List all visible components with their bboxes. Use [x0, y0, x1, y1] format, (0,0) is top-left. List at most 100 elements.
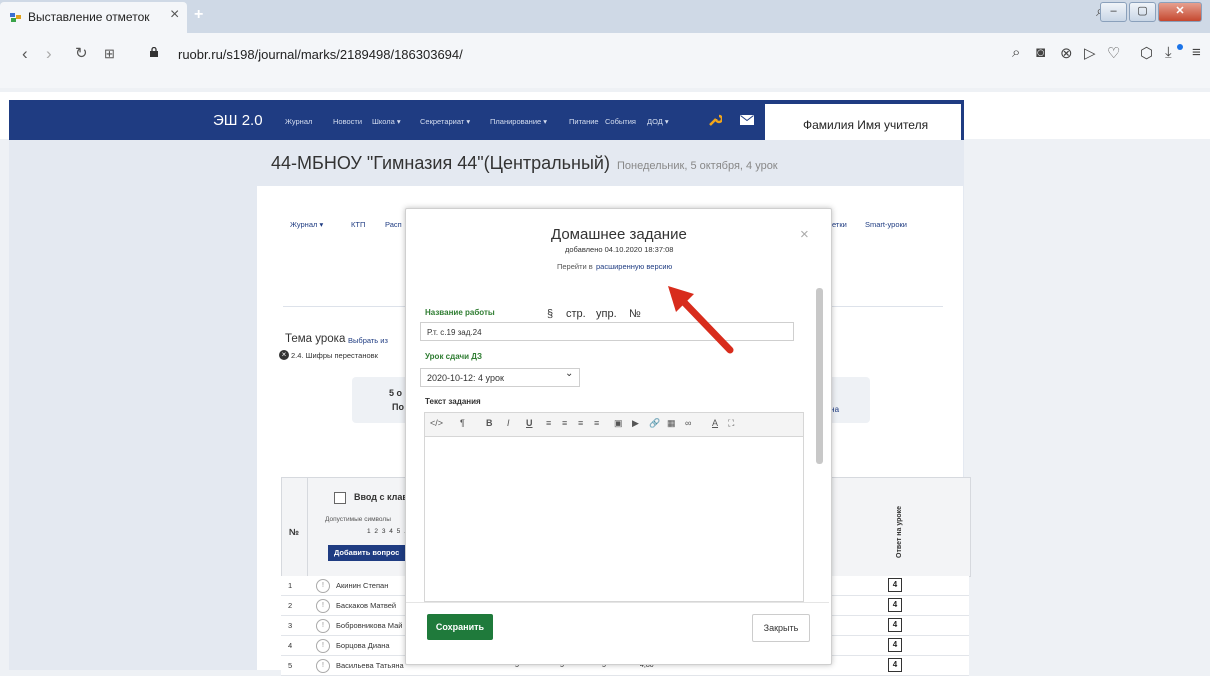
user-name[interactable]: Фамилия Имя учителя: [803, 118, 928, 132]
italic-icon[interactable]: I: [507, 418, 510, 428]
grid-icon[interactable]: ⊞: [104, 46, 115, 62]
favorite-icon[interactable]: ♡: [1107, 44, 1120, 62]
number-label: №: [629, 308, 641, 320]
nav-item-journal[interactable]: Журнал: [285, 117, 312, 126]
download-icon[interactable]: ⤓: [1165, 44, 1172, 61]
video-icon[interactable]: ▶: [632, 418, 639, 429]
new-tab-icon[interactable]: +: [194, 6, 208, 23]
send-icon[interactable]: ▷: [1084, 44, 1096, 62]
nav-item-dod[interactable]: ДОД ▾: [647, 117, 669, 126]
wrench-icon[interactable]: [708, 113, 722, 127]
modal-close-icon[interactable]: ×: [800, 226, 809, 243]
add-question-button[interactable]: Добавить вопрос: [328, 545, 414, 561]
subnav-journal[interactable]: Журнал ▾: [290, 220, 323, 229]
table-icon[interactable]: ▦: [667, 418, 676, 429]
maximize-icon[interactable]: ▢: [1129, 2, 1156, 22]
back-icon[interactable]: ‹: [22, 44, 28, 64]
nav-item-food[interactable]: Питание: [569, 117, 599, 126]
download-badge: [1177, 44, 1183, 50]
source-code-icon[interactable]: </>: [430, 418, 443, 428]
mark-input[interactable]: 4: [888, 638, 902, 652]
num-header: №: [289, 527, 300, 537]
nav-item-planning[interactable]: Планирование ▾: [490, 117, 547, 126]
chevron-down-icon[interactable]: ⌄: [565, 368, 573, 379]
underline-icon[interactable]: U: [526, 418, 533, 428]
page-title: 44-МБНОУ "Гимназия 44"(Центральный): [271, 153, 610, 173]
subnav-ktp[interactable]: КТП: [351, 220, 365, 229]
indent-icon[interactable]: ≡: [594, 418, 599, 428]
lock-icon: [150, 47, 158, 57]
mail-icon[interactable]: [740, 115, 754, 125]
modal-scrollbar[interactable]: [816, 288, 823, 464]
brand-logo[interactable]: ЭШ 2.0: [213, 112, 263, 129]
tab-close-icon[interactable]: ×: [170, 6, 179, 24]
subnav-smart-lessons[interactable]: Smart-уроки: [865, 220, 907, 229]
topic-item: 2.4. Шифры перестановк: [291, 351, 378, 360]
answer-header-text: Ответ на уроке: [896, 506, 903, 558]
camera-icon[interactable]: ◙: [1036, 44, 1045, 61]
topic-label: Тема урока: [285, 333, 346, 345]
extended-version-link[interactable]: расширенную версию: [596, 262, 672, 271]
forward-icon[interactable]: ›: [46, 44, 52, 64]
section-sign: §: [547, 308, 554, 320]
box-icon[interactable]: ⬡: [1140, 44, 1153, 62]
nav-item-news[interactable]: Новости: [333, 117, 362, 126]
student-name: Васильева Татьяна: [336, 661, 404, 670]
row-number: 4: [288, 641, 293, 650]
student-name: Акинин Степан: [336, 581, 389, 590]
paragraph-icon[interactable]: ¶: [460, 418, 465, 428]
lesson-info: Понедельник, 5 октября, 4 урок: [617, 160, 778, 172]
due-lesson-label: Урок сдачи ДЗ: [425, 352, 483, 361]
mark-input[interactable]: 4: [888, 618, 902, 632]
topic-choose-link[interactable]: Выбрать из: [348, 336, 388, 345]
remove-topic-icon[interactable]: ×: [279, 350, 289, 360]
nav-item-secretariat[interactable]: Секретариат ▾: [420, 117, 470, 126]
subnav-marks[interactable]: етки: [832, 220, 847, 229]
info-icon[interactable]: !: [316, 639, 330, 653]
info-icon[interactable]: !: [316, 619, 330, 633]
task-text-editor[interactable]: [424, 437, 804, 602]
task-text-label: Текст задания: [425, 397, 481, 406]
zoom-icon[interactable]: ⌕: [1012, 44, 1020, 61]
save-button[interactable]: Сохранить: [427, 614, 493, 640]
reload-icon[interactable]: ↻: [75, 44, 88, 62]
keyboard-input-checkbox[interactable]: [334, 492, 346, 504]
row-number: 3: [288, 621, 293, 630]
student-name: Баскаков Матвей: [336, 601, 397, 610]
exercise-label: упр.: [596, 308, 617, 320]
info-icon[interactable]: !: [316, 579, 330, 593]
mark-input[interactable]: 4: [888, 598, 902, 612]
info-icon[interactable]: !: [316, 659, 330, 673]
ordered-list-icon[interactable]: ≡: [562, 418, 567, 428]
due-lesson-select[interactable]: 2020-10-12: 4 урок: [420, 368, 580, 387]
outdent-icon[interactable]: ≡: [578, 418, 583, 428]
bold-icon[interactable]: B: [486, 418, 493, 428]
row-number: 2: [288, 601, 293, 610]
minimize-icon[interactable]: –: [1100, 2, 1127, 22]
red-arrow-annotation: [668, 286, 734, 354]
block-icon[interactable]: ⊗: [1060, 44, 1073, 62]
answer-column-header: Ответ на уроке: [896, 506, 903, 558]
date-line-2: По: [392, 402, 404, 412]
window-close-icon[interactable]: ✕: [1158, 2, 1202, 22]
link-icon[interactable]: ∞: [685, 418, 691, 428]
mark-input[interactable]: 4: [888, 578, 902, 592]
menu-icon[interactable]: ≡: [1192, 44, 1201, 61]
nav-item-school[interactable]: Школа ▾: [372, 117, 401, 126]
attachment-icon[interactable]: 🔗: [649, 418, 660, 429]
keyboard-input-label: Ввод с клав: [354, 492, 408, 502]
fullscreen-icon[interactable]: ⛶: [728, 418, 734, 429]
close-button[interactable]: Закрыть: [752, 614, 810, 642]
tab-title: Выставление отметок: [28, 10, 150, 24]
subnav-schedule[interactable]: Расп: [385, 220, 402, 229]
modal-title: Домашнее задание: [551, 226, 687, 243]
url-field[interactable]: ruobr.ru/s198/journal/marks/2189498/1863…: [178, 47, 463, 62]
added-timestamp: добавлено 04.10.2020 18:37:08: [565, 245, 674, 254]
unordered-list-icon[interactable]: ≡: [546, 418, 551, 428]
window-controls: – ▢ ✕: [1098, 2, 1202, 22]
nav-item-events[interactable]: События: [605, 117, 636, 126]
image-icon[interactable]: ▣: [614, 418, 623, 429]
info-icon[interactable]: !: [316, 599, 330, 613]
text-color-icon[interactable]: A: [712, 418, 718, 428]
date-line-1: 5 о: [389, 388, 403, 398]
